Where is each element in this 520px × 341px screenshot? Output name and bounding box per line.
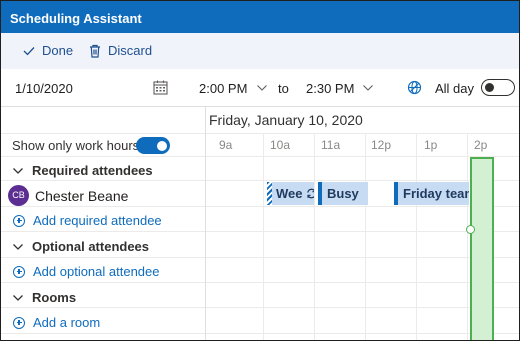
add-circle-icon (13, 214, 25, 227)
calendar-event[interactable]: Wee (272, 182, 314, 205)
add-circle-icon (13, 316, 25, 329)
add-circle-icon (13, 265, 25, 278)
add-required-attendee-link[interactable]: Add required attendee (1, 213, 205, 228)
link-label: Add a room (33, 315, 101, 330)
chevron-down-icon (13, 167, 23, 174)
all-day-toggle[interactable] (481, 79, 515, 96)
hour-label: 2p (474, 138, 488, 152)
link-label: Add optional attendee (33, 264, 160, 279)
hour-label: 11a (321, 138, 341, 152)
required-attendees-header[interactable]: Required attendees (1, 163, 205, 178)
command-bar: Done Discard (1, 33, 519, 69)
add-room-link[interactable]: Add a room (1, 315, 205, 330)
event-label: Wee (276, 186, 303, 201)
title-bar: Scheduling Assistant (1, 1, 519, 33)
work-hours-label: Show only work hours (12, 138, 140, 153)
to-label: to (278, 81, 289, 96)
hour-label: 12p (371, 138, 392, 152)
calendar-icon[interactable] (153, 80, 168, 95)
calendar-event[interactable]: Busy (318, 182, 368, 205)
hour-label: 9a (219, 138, 233, 152)
scheduling-grid: Friday, January 10, 2020 9a 10a 11a 12p … (1, 107, 519, 340)
link-label: Add required attendee (33, 213, 162, 228)
start-time-field[interactable]: 2:00 PM (199, 81, 247, 96)
checkmark-icon (23, 46, 35, 55)
resize-handle[interactable] (466, 225, 475, 234)
calendar-event[interactable]: Friday team (394, 182, 469, 205)
work-hours-toggle[interactable] (136, 137, 170, 154)
add-optional-attendee-link[interactable]: Add optional attendee (1, 264, 205, 279)
trash-icon (90, 44, 100, 58)
time-zone-icon[interactable] (407, 80, 422, 95)
chevron-down-icon (13, 243, 23, 250)
hour-label: 1p (424, 138, 438, 152)
rooms-header[interactable]: Rooms (1, 290, 205, 305)
discard-button[interactable]: Discard (89, 43, 152, 58)
event-label: Friday team (403, 186, 469, 201)
recurring-icon (307, 188, 314, 199)
discard-label: Discard (108, 43, 153, 58)
hour-label: 10a (270, 138, 291, 152)
window-title: Scheduling Assistant (10, 11, 142, 26)
date-field[interactable]: 1/10/2020 (15, 81, 73, 96)
section-label: Required attendees (32, 163, 153, 178)
day-label: Friday, January 10, 2020 (209, 112, 363, 128)
chevron-down-icon (13, 294, 23, 301)
optional-attendees-header[interactable]: Optional attendees (1, 239, 205, 254)
date-time-row: 1/10/2020 2:00 PM to 2:30 PM All day (1, 69, 519, 107)
avatar: CB (8, 185, 29, 206)
done-button[interactable]: Done (23, 43, 73, 58)
all-day-label: All day (435, 81, 475, 96)
section-label: Rooms (32, 290, 77, 305)
chevron-down-icon[interactable] (363, 85, 373, 91)
done-label: Done (42, 43, 74, 58)
end-time-field[interactable]: 2:30 PM (306, 81, 354, 96)
section-label: Optional attendees (32, 239, 150, 254)
attendee-name: Chester Beane (35, 188, 129, 204)
selected-time-block[interactable] (470, 157, 494, 340)
chevron-down-icon[interactable] (257, 85, 267, 91)
scheduling-assistant-window: Scheduling Assistant Done Discard 1/10/2… (0, 0, 520, 341)
event-label: Busy (327, 186, 359, 201)
